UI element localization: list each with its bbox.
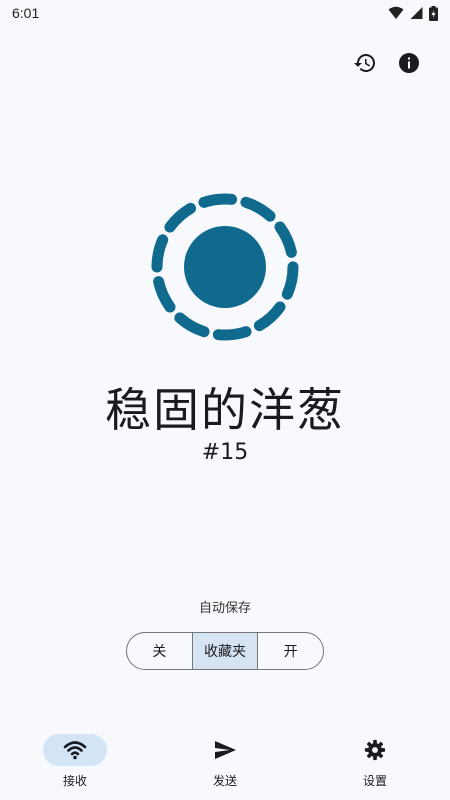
nav-label-send: 发送 [212,774,237,788]
app-logo [151,193,299,341]
bottom-nav: 接收 发送 设置 [0,724,450,800]
autosave-segmented-control: 关 收藏夹 开 [126,632,324,670]
header-actions [352,50,422,76]
nav-item-receive[interactable]: 接收 [15,724,135,800]
status-icons [388,5,438,21]
status-time: 6:01 [12,5,40,21]
wifi-icon [63,741,87,760]
info-button[interactable] [396,50,422,76]
autosave-label: 自动保存 [198,601,251,616]
nav-label-settings: 设置 [362,774,387,788]
nav-item-settings[interactable]: 设置 [315,724,435,800]
info-icon [399,53,419,73]
autosave-option-on[interactable]: 开 [257,633,323,669]
nav-label-receive: 接收 [62,774,87,788]
gear-icon [364,739,386,761]
battery-icon [429,5,438,21]
logo-center-dot [184,226,266,308]
autosave-option-favorites[interactable]: 收藏夹 [191,633,258,669]
nav-pill-send [193,734,257,766]
device-number: #15 [201,440,249,465]
history-button[interactable] [352,50,378,76]
autosave-option-off[interactable]: 关 [127,633,192,669]
nav-item-send[interactable]: 发送 [165,724,285,800]
history-icon [354,54,375,72]
nav-pill-receive [43,734,107,766]
signal-icon [410,7,423,19]
wifi-icon [388,6,404,19]
device-name: 稳固的洋葱 [105,383,345,437]
nav-pill-settings [343,734,407,766]
status-bar: 6:01 [0,0,450,26]
send-icon [215,741,236,759]
